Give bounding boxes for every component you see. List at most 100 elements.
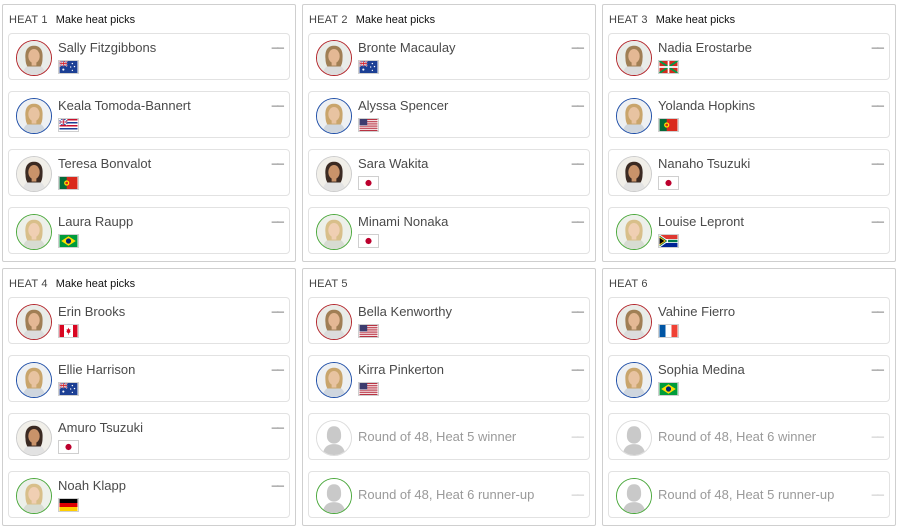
surfer-avatar: [316, 214, 352, 250]
surfer-row[interactable]: Amuro Tsuzuki ––: [8, 413, 290, 460]
japan-flag-icon: [58, 440, 79, 454]
heat-score: ––: [271, 40, 284, 54]
surfer-avatar: [616, 362, 652, 398]
australia-flag-icon: [358, 60, 379, 74]
japan-flag-icon: [658, 176, 679, 190]
placeholder-avatar: [316, 478, 352, 514]
surfer-row[interactable]: Erin Brooks ––: [8, 297, 290, 344]
surfer-avatar: [16, 214, 52, 250]
heat-score: ––: [571, 487, 584, 501]
surfer-avatar: [616, 214, 652, 250]
placeholder-label: Round of 48, Heat 6 runner-up: [358, 487, 535, 502]
heat-card-6: HEAT 6 Vahine Fierro –– Sophia Medina –– R…: [602, 268, 896, 526]
brazil-flag-icon: [58, 234, 79, 248]
heat-card-4: HEAT 4 Make heat picks Erin Brooks –– Elli…: [2, 268, 296, 526]
heat-score: ––: [571, 40, 584, 54]
surfer-row[interactable]: Bella Kenworthy ––: [308, 297, 590, 344]
surfer-row[interactable]: Minami Nonaka ––: [308, 207, 590, 254]
make-heat-picks-link[interactable]: Make heat picks: [356, 14, 435, 26]
surfer-row: Round of 48, Heat 5 runner-up ––: [608, 471, 890, 518]
heat-score: ––: [871, 214, 884, 228]
heat-header: HEAT 1 Make heat picks: [9, 13, 135, 27]
surfer-avatar: [316, 362, 352, 398]
surfer-row[interactable]: Vahine Fierro ––: [608, 297, 890, 344]
surfer-row: Round of 48, Heat 6 winner ––: [608, 413, 890, 460]
heat-score: ––: [871, 40, 884, 54]
surfer-row[interactable]: Nanaho Tsuzuki ––: [608, 149, 890, 196]
surfer-name: Sophia Medina: [658, 362, 745, 377]
surfer-avatar: [616, 40, 652, 76]
placeholder-avatar: [316, 420, 352, 456]
surfer-avatar: [316, 156, 352, 192]
heat-title: HEAT 3: [609, 14, 648, 26]
heat-header: HEAT 2 Make heat picks: [309, 13, 435, 27]
surfer-name: Noah Klapp: [58, 478, 126, 493]
heat-score: ––: [271, 304, 284, 318]
heat-header: HEAT 5: [309, 277, 348, 291]
surfer-row[interactable]: Laura Raupp ––: [8, 207, 290, 254]
make-heat-picks-link[interactable]: Make heat picks: [56, 278, 135, 290]
surfer-row[interactable]: Louise Lepront ––: [608, 207, 890, 254]
surfer-row[interactable]: Teresa Bonvalot ––: [8, 149, 290, 196]
surfer-row[interactable]: Nadia Erostarbe ––: [608, 33, 890, 80]
heat-score: ––: [871, 487, 884, 501]
surfer-name: Bella Kenworthy: [358, 304, 452, 319]
usa-flag-icon: [358, 324, 379, 338]
surfer-avatar: [16, 156, 52, 192]
surfer-row[interactable]: Sophia Medina ––: [608, 355, 890, 402]
surfer-name: Louise Lepront: [658, 214, 745, 229]
surfer-avatar: [16, 362, 52, 398]
heat-score: ––: [271, 362, 284, 376]
surfer-row[interactable]: Sara Wakita ––: [308, 149, 590, 196]
canada-flag-icon: [58, 324, 79, 338]
make-heat-picks-link[interactable]: Make heat picks: [56, 14, 135, 26]
heat-card-3: HEAT 3 Make heat picks Nadia Erostarbe –– …: [602, 4, 896, 262]
surfer-name: Laura Raupp: [58, 214, 134, 229]
surfer-row[interactable]: Bronte Macaulay ––: [308, 33, 590, 80]
surfer-row[interactable]: Ellie Harrison ––: [8, 355, 290, 402]
surfer-row[interactable]: Yolanda Hopkins ––: [608, 91, 890, 138]
south-africa-flag-icon: [658, 234, 679, 248]
heat-title: HEAT 2: [309, 14, 348, 26]
heat-header: HEAT 6: [609, 277, 648, 291]
japan-flag-icon: [358, 176, 379, 190]
heat-score: ––: [871, 429, 884, 443]
australia-flag-icon: [58, 382, 79, 396]
heat-score: ––: [271, 478, 284, 492]
heat-score: ––: [571, 98, 584, 112]
surfer-avatar: [616, 156, 652, 192]
heat-score: ––: [271, 214, 284, 228]
surfer-avatar: [16, 304, 52, 340]
heat-score: ––: [871, 304, 884, 318]
surfer-row[interactable]: Alyssa Spencer ––: [308, 91, 590, 138]
surfer-avatar: [616, 98, 652, 134]
heat-score: ––: [571, 304, 584, 318]
surfer-row[interactable]: Kirra Pinkerton ––: [308, 355, 590, 402]
heat-score: ––: [571, 156, 584, 170]
surfer-name: Kirra Pinkerton: [358, 362, 444, 377]
surfer-name: Erin Brooks: [58, 304, 126, 319]
usa-flag-icon: [358, 118, 379, 132]
basque-flag-icon: [658, 60, 679, 74]
heat-score: ––: [871, 362, 884, 376]
heat-score: ––: [271, 156, 284, 170]
australia-flag-icon: [58, 60, 79, 74]
surfer-name: Teresa Bonvalot: [58, 156, 152, 171]
placeholder-label: Round of 48, Heat 5 winner: [358, 429, 517, 444]
surfer-row[interactable]: Sally Fitzgibbons ––: [8, 33, 290, 80]
surfer-name: Alyssa Spencer: [358, 98, 449, 113]
heat-score: ––: [271, 420, 284, 434]
surfer-row[interactable]: Noah Klapp ––: [8, 471, 290, 518]
placeholder-avatar: [616, 478, 652, 514]
surfer-row[interactable]: Keala Tomoda-Bannert ––: [8, 91, 290, 138]
surfer-name: Bronte Macaulay: [358, 40, 456, 55]
surfer-name: Minami Nonaka: [358, 214, 449, 229]
heat-score: ––: [271, 98, 284, 112]
surfer-name: Sara Wakita: [358, 156, 429, 171]
surfer-name: Ellie Harrison: [58, 362, 136, 377]
placeholder-label: Round of 48, Heat 6 winner: [658, 429, 817, 444]
make-heat-picks-link[interactable]: Make heat picks: [656, 14, 735, 26]
heat-card-2: HEAT 2 Make heat picks Bronte Macaulay –– …: [302, 4, 596, 262]
france-flag-icon: [658, 324, 679, 338]
heat-card-1: HEAT 1 Make heat picks Sally Fitzgibbons –…: [2, 4, 296, 262]
